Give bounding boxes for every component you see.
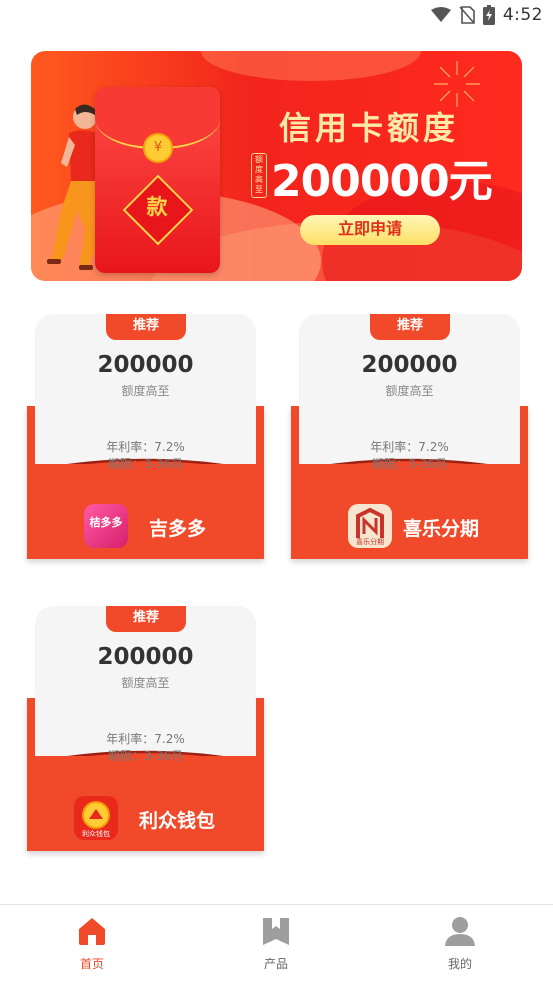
product-card[interactable]: 推荐 200000 额度高至 年利率：7.2% 期限：3-36月 喜乐分期 喜乐… xyxy=(291,314,528,559)
tab-mine[interactable]: 我的 xyxy=(368,905,552,984)
tab-label: 产品 xyxy=(263,957,288,971)
tab-label: 首页 xyxy=(79,957,104,971)
no-sim-icon xyxy=(459,6,475,24)
tab-label: 我的 xyxy=(447,957,472,971)
app-logo-icon: 喜乐分期 xyxy=(348,504,392,548)
user-icon xyxy=(445,917,475,946)
yuan-coin: ¥ xyxy=(143,133,173,163)
bottom-navigation: 首页 产品 我的 xyxy=(0,904,553,984)
tab-products[interactable]: 产品 xyxy=(184,905,368,984)
wifi-icon xyxy=(430,7,451,22)
loan-term: 期限：3-36月 xyxy=(107,457,184,471)
bookmark-icon xyxy=(263,918,289,945)
home-icon xyxy=(79,918,105,945)
banner-tag: 额度高至 xyxy=(251,153,267,198)
envelope-character: 款 xyxy=(146,195,168,219)
red-envelope-illustration: ¥ 款 xyxy=(95,87,220,273)
product-name: 喜乐分期 xyxy=(403,518,480,540)
interest-rate: 年利率：7.2% xyxy=(370,440,449,454)
product-card[interactable]: 推荐 200000 额度高至 年利率：7.2% 期限：3-36月 利众钱包 利众… xyxy=(27,606,264,851)
credit-amount: 200000 xyxy=(97,352,194,378)
app-logo-icon: 桔多多 xyxy=(84,504,128,548)
interest-rate: 年利率：7.2% xyxy=(106,732,185,746)
status-bar: 4:52 xyxy=(0,0,553,32)
amount-label: 额度高至 xyxy=(121,384,170,398)
battery-charging-icon xyxy=(482,5,495,25)
credit-amount: 200000 xyxy=(361,352,458,378)
recommend-badge: 推荐 xyxy=(370,314,450,340)
clock: 4:52 xyxy=(502,5,543,25)
product-card[interactable]: 推荐 200000 额度高至 年利率：7.2% 期限：3-36月 桔多多 吉多多 xyxy=(27,314,264,559)
firework-icon xyxy=(434,61,480,107)
loan-term: 期限：3-36月 xyxy=(107,749,184,763)
tab-home[interactable]: 首页 xyxy=(0,905,184,984)
promo-banner[interactable]: ¥ 款 信用卡额度 额度高至 200000元 立即申请 xyxy=(31,51,522,281)
amount-label: 额度高至 xyxy=(385,384,434,398)
app-logo-icon: 利众钱包 xyxy=(74,796,118,840)
banner-title: 信用卡额度 xyxy=(279,109,460,147)
recommend-badge: 推荐 xyxy=(106,606,186,632)
apply-now-button[interactable]: 立即申请 xyxy=(300,215,440,245)
interest-rate: 年利率：7.2% xyxy=(106,440,185,454)
product-name: 利众钱包 xyxy=(139,810,216,832)
credit-amount: 200000 xyxy=(97,644,194,670)
banner-amount: 200000元 xyxy=(271,156,493,207)
recommend-badge: 推荐 xyxy=(106,314,186,340)
loan-term: 期限：3-36月 xyxy=(371,457,448,471)
amount-label: 额度高至 xyxy=(121,676,170,690)
product-name: 吉多多 xyxy=(149,518,207,540)
